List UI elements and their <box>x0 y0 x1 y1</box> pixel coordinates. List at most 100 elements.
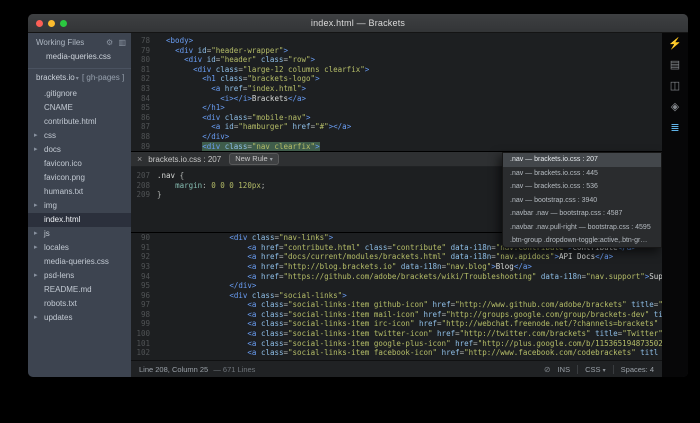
code-text[interactable]: <div class="social-links"> <box>157 291 662 301</box>
tree-item-humans-txt[interactable]: humans.txt <box>28 185 131 199</box>
code-line[interactable]: 83<a href="index.html"> <box>131 84 662 94</box>
folder-arrow-icon[interactable]: ▸ <box>34 227 38 241</box>
extensions-icon[interactable]: ◈ <box>671 102 679 113</box>
code-text[interactable]: <a class="social-links-item irc-icon" hr… <box>157 319 662 329</box>
line-number: 89 <box>131 142 157 152</box>
code-line[interactable]: 101<a class="social-links-item google-pl… <box>131 339 662 349</box>
layers-icon[interactable]: ≣ <box>670 123 679 134</box>
language-selector[interactable]: CSS ▾ <box>585 365 606 374</box>
code-line[interactable]: 92<a href="docs/current/modules/brackets… <box>131 252 662 262</box>
code-text[interactable]: <h1 class="brackets-logo"> <box>157 74 662 84</box>
tree-item-js[interactable]: ▸js <box>28 227 131 241</box>
split-view-toggle-icon[interactable]: ▥ <box>118 38 126 47</box>
code-text[interactable]: <a id="hamburger" href="#"></a> <box>157 122 662 132</box>
tree-item-robots-txt[interactable]: robots.txt <box>28 297 131 311</box>
titlebar[interactable]: index.html — Brackets <box>28 14 688 33</box>
code-line[interactable]: 100<a class="social-links-item twitter-i… <box>131 329 662 339</box>
code-text[interactable]: <a class="social-links-item mail-icon" h… <box>157 310 662 320</box>
code-line[interactable]: 85</h1> <box>131 103 662 113</box>
code-line[interactable]: 99<a class="social-links-item irc-icon" … <box>131 319 662 329</box>
insert-mode-toggle[interactable]: INS <box>558 365 571 374</box>
code-text[interactable]: </div> <box>157 132 662 142</box>
code-text[interactable]: <a href="http://blog.brackets.io" data-i… <box>157 262 662 272</box>
code-text[interactable]: </h1> <box>157 103 662 113</box>
close-icon[interactable]: × <box>137 154 142 164</box>
css-rule-item[interactable]: .navbar .nav.pull-right — bootstrap.css … <box>503 221 661 235</box>
indent-setting[interactable]: Spaces: 4 <box>621 365 654 374</box>
tree-item-cname[interactable]: CNAME <box>28 101 131 115</box>
code-text[interactable]: <a href="index.html"> <box>157 84 662 94</box>
tree-item-favicon-png[interactable]: favicon.png <box>28 171 131 185</box>
code-text[interactable]: <div class="mobile-nav"> <box>157 113 662 123</box>
code-text[interactable]: <div id="header" class="row"> <box>157 55 662 65</box>
folder-arrow-icon[interactable]: ▸ <box>34 311 38 325</box>
code-line[interactable]: 82<h1 class="brackets-logo"> <box>131 74 662 84</box>
css-rule-item[interactable]: .nav — brackets.io.css : 207 <box>503 153 661 167</box>
lint-status-icon[interactable]: ⊘ <box>544 365 551 374</box>
tree-item-index-html[interactable]: index.html <box>28 213 131 227</box>
code-line[interactable]: 81<div class="large-12 columns clearfix"… <box>131 65 662 75</box>
code-line[interactable]: 102<a class="social-links-item facebook-… <box>131 348 662 358</box>
working-file-item[interactable]: media-queries.css <box>28 50 131 64</box>
code-line[interactable]: 94<a href="https://github.com/adobe/brac… <box>131 272 662 282</box>
code-token: <a <box>247 300 261 309</box>
code-line[interactable]: 98<a class="social-links-item mail-icon"… <box>131 310 662 320</box>
code-line[interactable]: 78<body> <box>131 36 662 46</box>
code-editor[interactable]: 78<body>79<div id="header-wrapper">80<di… <box>131 33 662 360</box>
split-view-icon[interactable]: ▤ <box>670 60 680 71</box>
tree-item-readme-md[interactable]: README.md <box>28 283 131 297</box>
gear-icon[interactable]: ⚙ <box>106 38 113 47</box>
code-text[interactable]: <a class="social-links-item google-plus-… <box>157 339 662 349</box>
tree-item--gitignore[interactable]: .gitignore <box>28 87 131 101</box>
css-rule-item[interactable]: .nav — bootstrap.css : 3940 <box>503 194 661 208</box>
code-line[interactable]: 88</div> <box>131 132 662 142</box>
tree-item-psd-lens[interactable]: ▸psd-lens <box>28 269 131 283</box>
tree-item-css[interactable]: ▸css <box>28 129 131 143</box>
code-line[interactable]: 87<a id="hamburger" href="#"></a> <box>131 122 662 132</box>
code-line[interactable]: 84<i></i>Brackets</a> <box>131 94 662 104</box>
tree-item-contribute-html[interactable]: contribute.html <box>28 115 131 129</box>
folder-arrow-icon[interactable]: ▸ <box>34 199 38 213</box>
tree-item-updates[interactable]: ▸updates <box>28 311 131 325</box>
folder-arrow-icon[interactable]: ▸ <box>34 241 38 255</box>
code-text[interactable]: <a href="docs/current/modules/brackets.h… <box>157 252 662 262</box>
folder-arrow-icon[interactable]: ▸ <box>34 143 38 157</box>
folder-arrow-icon[interactable]: ▸ <box>34 129 38 143</box>
tree-item-docs[interactable]: ▸docs <box>28 143 131 157</box>
code-line[interactable]: 86<div class="mobile-nav"> <box>131 113 662 123</box>
close-window-button[interactable] <box>36 20 43 27</box>
code-line[interactable]: 80<div id="header" class="row"> <box>131 55 662 65</box>
zoom-window-button[interactable] <box>60 20 67 27</box>
minimize-window-button[interactable] <box>48 20 55 27</box>
code-text[interactable]: <body> <box>157 36 662 46</box>
css-rule-item[interactable]: .btn-group .dropdown-toggle:active,.btn-… <box>503 234 661 248</box>
project-switcher[interactable]: brackets.io▾ [ gh-pages ] <box>28 68 131 85</box>
code-token <box>658 319 662 328</box>
css-rule-item[interactable]: .nav — brackets.io.css : 536 <box>503 180 661 194</box>
live-preview-icon[interactable]: ⚡ <box>668 39 682 50</box>
code-text[interactable]: <a class="social-links-item github-icon"… <box>157 300 662 310</box>
tree-item-media-queries-css[interactable]: media-queries.css <box>28 255 131 269</box>
code-line[interactable]: 89<div class="nav clearfix"> <box>131 142 662 152</box>
code-text[interactable]: <i></i>Brackets</a> <box>157 94 662 104</box>
new-rule-button[interactable]: New Rule▾ <box>229 153 279 165</box>
code-line[interactable]: 95</div> <box>131 281 662 291</box>
code-text[interactable]: <a href="https://github.com/adobe/bracke… <box>157 272 662 282</box>
tree-item-favicon-ico[interactable]: favicon.ico <box>28 157 131 171</box>
code-text[interactable]: <div id="header-wrapper"> <box>157 46 662 56</box>
tree-item-img[interactable]: ▸img <box>28 199 131 213</box>
document-icon[interactable]: ◫ <box>670 81 680 92</box>
code-line[interactable]: 79<div id="header-wrapper"> <box>131 46 662 56</box>
code-text[interactable]: <a class="social-links-item facebook-ico… <box>157 348 662 358</box>
code-text[interactable]: <div class="large-12 columns clearfix"> <box>157 65 662 75</box>
code-text[interactable]: <div class="nav clearfix"> <box>157 142 662 152</box>
tree-item-locales[interactable]: ▸locales <box>28 241 131 255</box>
code-text[interactable]: <a class="social-links-item twitter-icon… <box>157 329 662 339</box>
folder-arrow-icon[interactable]: ▸ <box>34 269 38 283</box>
code-text[interactable]: </div> <box>157 281 662 291</box>
code-line[interactable]: 97<a class="social-links-item github-ico… <box>131 300 662 310</box>
code-line[interactable]: 96<div class="social-links"> <box>131 291 662 301</box>
code-line[interactable]: 93<a href="http://blog.brackets.io" data… <box>131 262 662 272</box>
css-rule-item[interactable]: .navbar .nav — bootstrap.css : 4587 <box>503 207 661 221</box>
css-rule-item[interactable]: .nav — brackets.io.css : 445 <box>503 167 661 181</box>
